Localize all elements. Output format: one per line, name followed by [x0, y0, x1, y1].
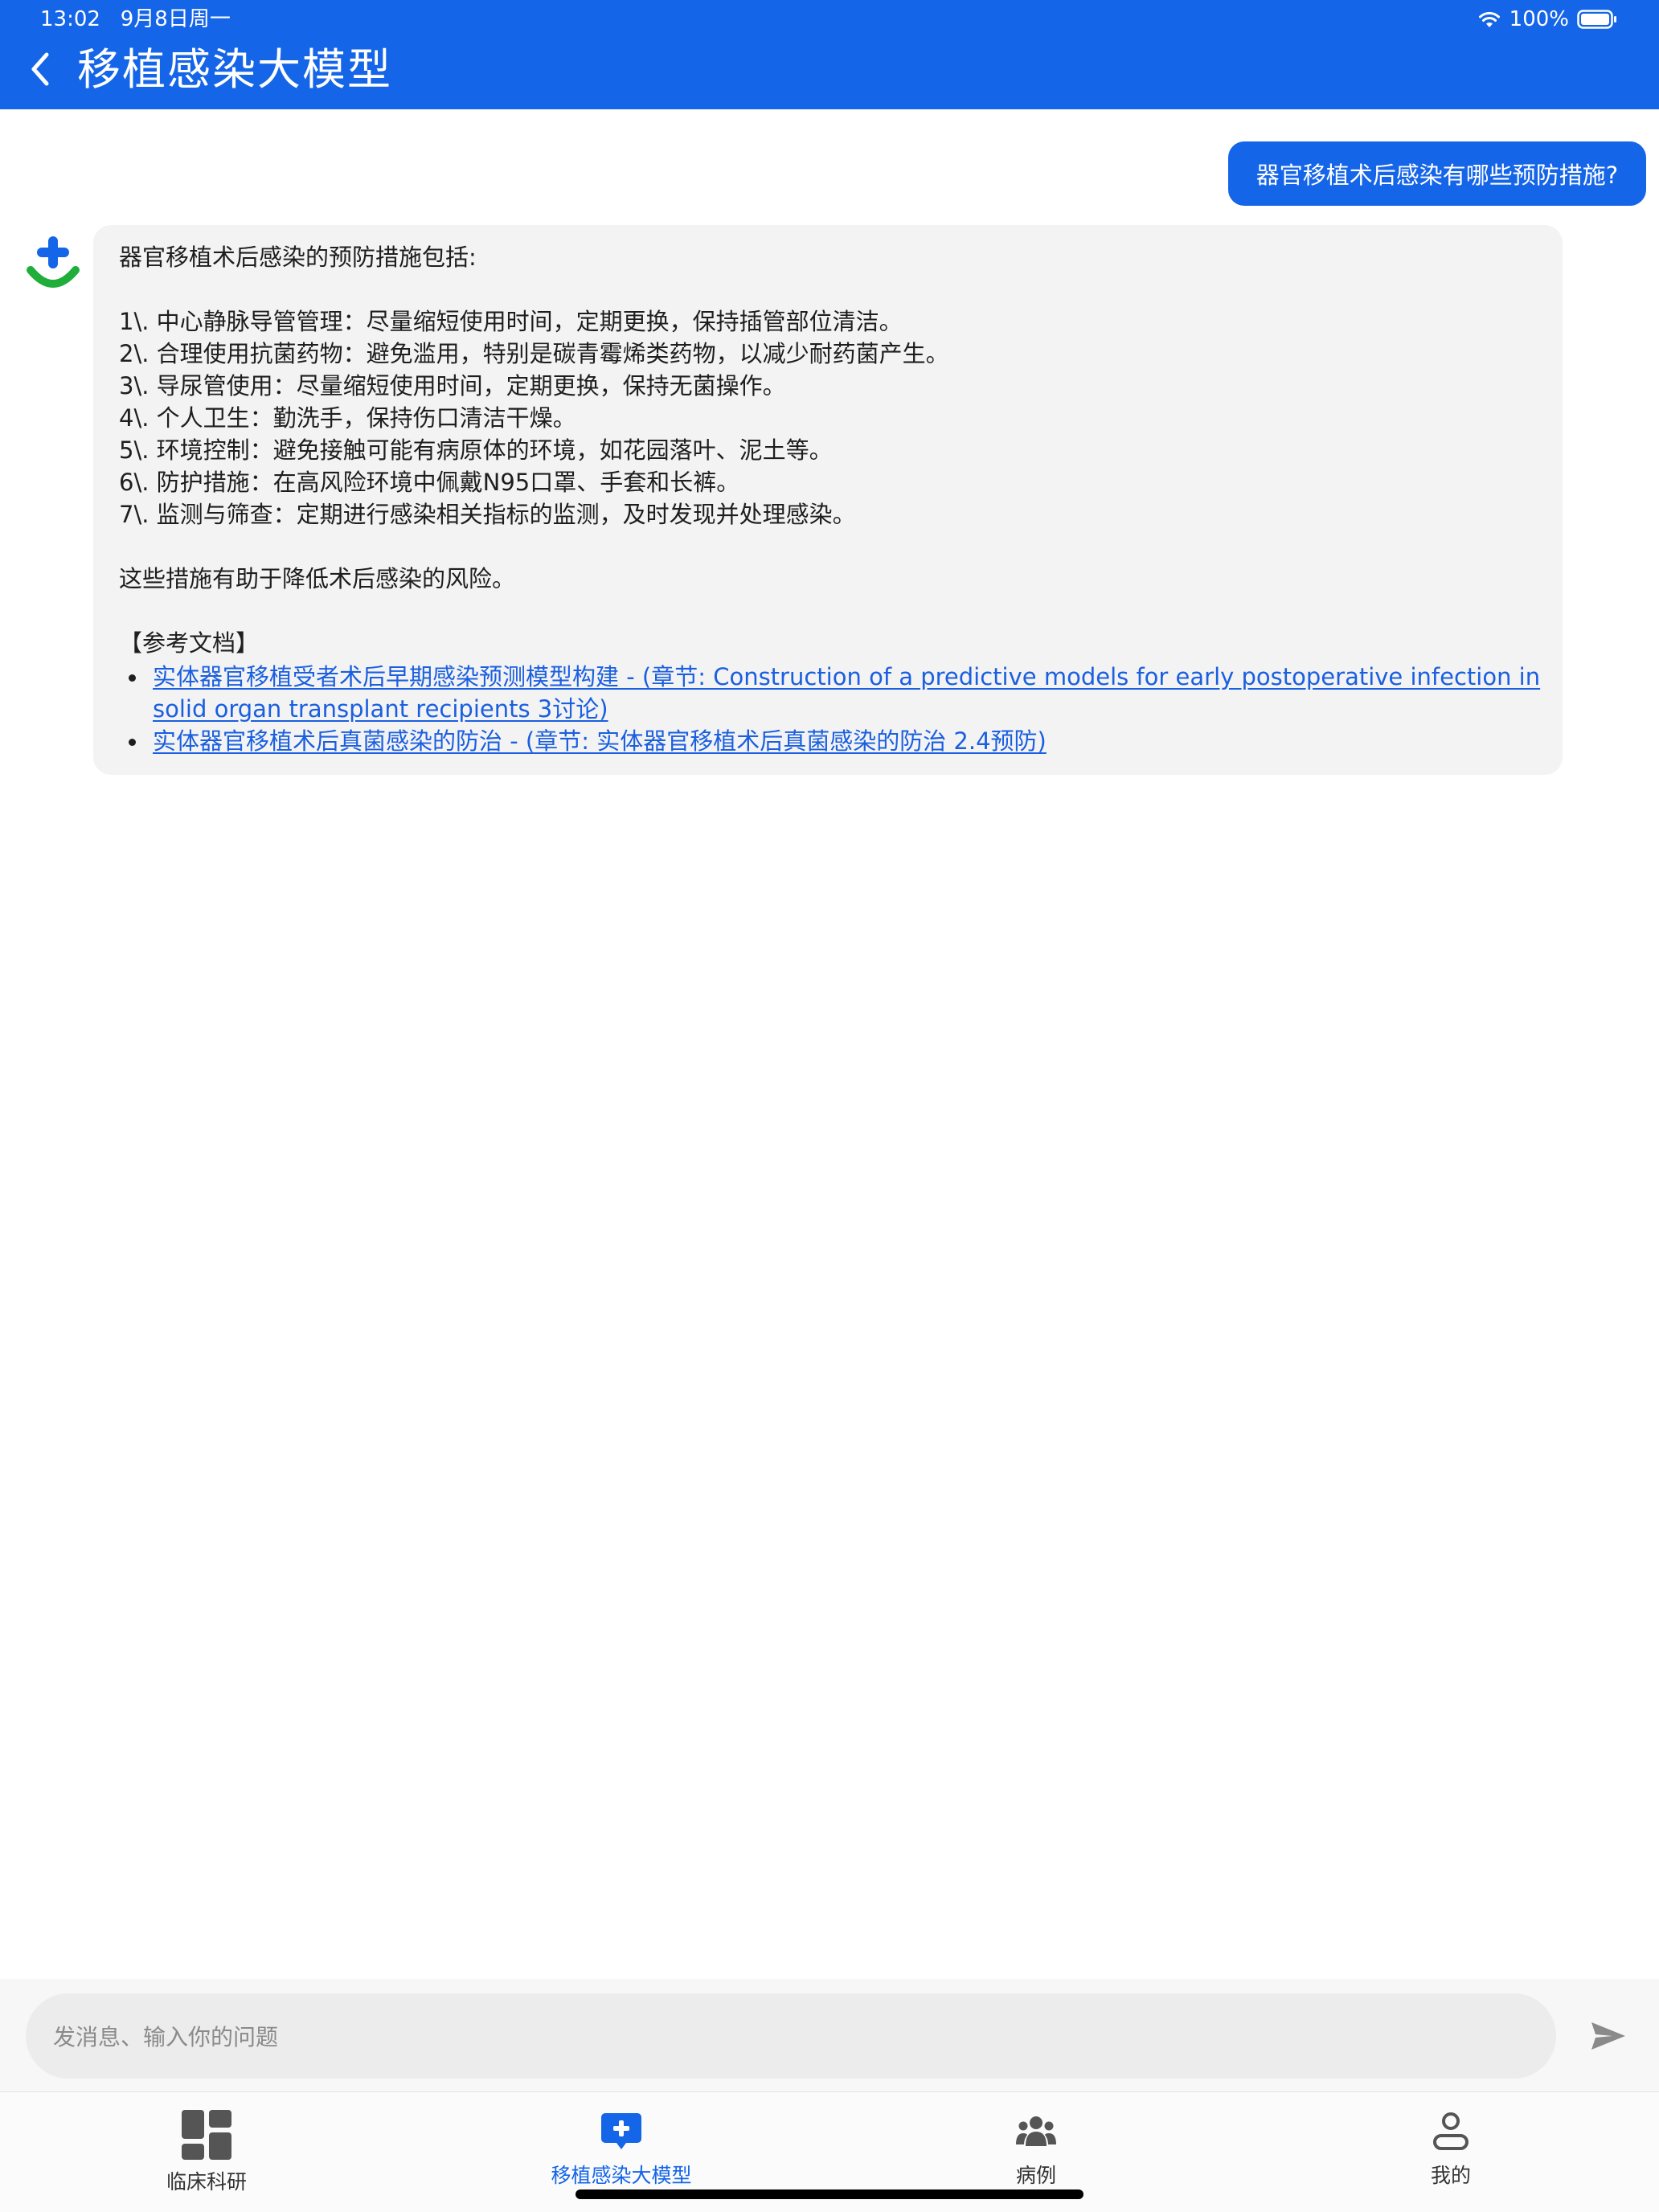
- back-chevron-icon[interactable]: [23, 48, 58, 90]
- message-composer: 发消息、输入你的问题: [0, 1979, 1659, 2091]
- bot-list-item: 5\. 环境控制：避免接触可能有病原体的环境，如花园落叶、泥土等。: [119, 436, 833, 464]
- status-date: 9月8日周一: [120, 7, 231, 31]
- tab-label: 我的: [1430, 2164, 1471, 2187]
- bot-list-item: 7\. 监测与筛查：定期进行感染相关指标的监测，及时发现并处理感染。: [119, 501, 856, 528]
- home-indicator[interactable]: [576, 2189, 1083, 2199]
- reference-item: 实体器官移植术后真菌感染的防治 - (章节: 实体器官移植术后真菌感染的防治 2…: [119, 725, 1537, 757]
- wifi-icon: [1477, 10, 1501, 29]
- tab-label: 移植感染大模型: [551, 2164, 692, 2187]
- bot-avatar-icon: [26, 233, 80, 294]
- status-time: 13:02: [40, 7, 100, 31]
- page-title: 移植感染大模型: [77, 44, 392, 95]
- user-message-text: 器官移植术后感染有哪些预防措施?: [1256, 162, 1619, 189]
- reference-link-continued[interactable]: solid organ transplant recipients 3讨论): [153, 695, 608, 723]
- message-input-placeholder: 发消息、输入你的问题: [53, 2024, 279, 2050]
- bot-intro: 器官移植术后感染的预防措施包括:: [119, 244, 477, 271]
- send-icon[interactable]: [1588, 2016, 1628, 2056]
- dashboard-icon: [182, 2110, 231, 2160]
- tab-cases[interactable]: 病例: [875, 2092, 1197, 2189]
- tab-clinical-research[interactable]: 临床科研: [46, 2092, 367, 2194]
- bot-list-item: 6\. 防护措施：在高风险环境中佩戴N95口罩、手套和长裤。: [119, 469, 740, 496]
- battery-percent: 100%: [1509, 7, 1569, 31]
- app-screen: 13:02 9月8日周一 100% 移植感染大模型 器官移植术后感染有哪些预防措…: [0, 0, 1659, 2212]
- user-message-bubble: 器官移植术后感染有哪些预防措施?: [1228, 141, 1646, 206]
- status-time-date: 13:02 9月8日周一: [40, 6, 231, 32]
- reference-heading: 【参考文档】: [119, 629, 260, 657]
- tab-transplant-model[interactable]: 移植感染大模型: [461, 2092, 782, 2189]
- tab-label: 病例: [1015, 2164, 1056, 2187]
- reference-link[interactable]: 实体器官移植术后真菌感染的防治 - (章节: 实体器官移植术后真菌感染的防治 2…: [153, 727, 1047, 755]
- bot-list-item: 1\. 中心静脉导管管理：尽量缩短使用时间，定期更换，保持插管部位清洁。: [119, 308, 903, 335]
- status-right: 100%: [1477, 6, 1617, 32]
- reference-item: 实体器官移植受者术后早期感染预测模型构建 - (章节: Construction…: [119, 661, 1540, 725]
- message-input[interactable]: 发消息、输入你的问题: [26, 1993, 1556, 2079]
- bot-summary: 这些措施有助于降低术后感染的风险。: [119, 565, 516, 592]
- reference-link[interactable]: 实体器官移植受者术后早期感染预测模型构建 - (章节: Construction…: [153, 663, 1540, 690]
- person-icon: [1432, 2110, 1469, 2153]
- bot-list-item: 2\. 合理使用抗菌药物：避免滥用，特别是碳青霉烯类药物，以减少耐药菌产生。: [119, 340, 949, 367]
- reference-list: 实体器官移植受者术后早期感染预测模型构建 - (章节: Construction…: [119, 661, 1540, 757]
- bot-list-item: 3\. 导尿管使用：尽量缩短使用时间，定期更换，保持无菌操作。: [119, 372, 786, 399]
- battery-icon: [1577, 10, 1617, 29]
- tab-mine[interactable]: 我的: [1290, 2092, 1612, 2189]
- app-header: 13:02 9月8日周一 100% 移植感染大模型: [0, 0, 1659, 109]
- medical-chat-icon: [600, 2110, 642, 2153]
- tab-label: 临床科研: [166, 2170, 247, 2194]
- bot-message-bubble: 器官移植术后感染的预防措施包括: 1\. 中心静脉导管管理：尽量缩短使用时间，定…: [93, 225, 1563, 775]
- bot-list-item: 4\. 个人卫生：勤洗手，保持伤口清洁干燥。: [119, 404, 576, 432]
- group-icon: [1016, 2110, 1056, 2153]
